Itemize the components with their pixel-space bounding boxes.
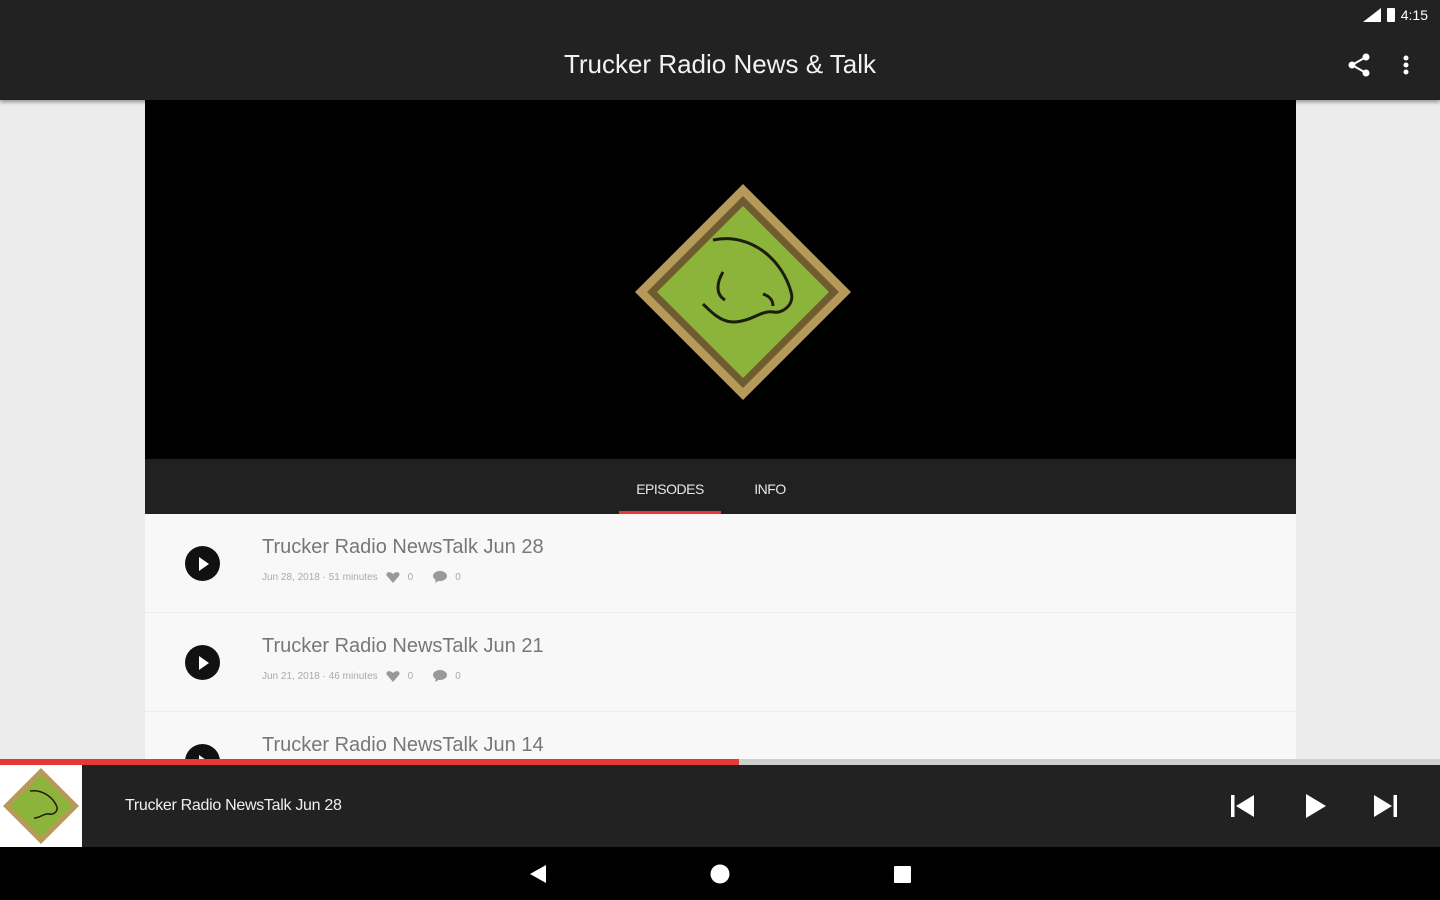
skip-previous-icon[interactable]: [1228, 791, 1258, 821]
like-count: 0: [407, 571, 414, 583]
heart-icon[interactable]: [386, 571, 400, 583]
skip-next-icon[interactable]: [1370, 791, 1400, 821]
back-icon[interactable]: [526, 862, 550, 886]
now-playing-artwork[interactable]: [0, 765, 82, 847]
app-bar: Trucker Radio News & Talk: [0, 30, 1440, 100]
play-circle-icon[interactable]: [185, 546, 220, 581]
tab-episodes[interactable]: Episodes: [619, 459, 721, 514]
share-icon[interactable]: [1344, 50, 1374, 80]
comment-count: 0: [455, 670, 461, 682]
play-icon[interactable]: [1300, 791, 1330, 821]
recents-icon[interactable]: [890, 862, 914, 886]
episode-title: Trucker Radio NewsTalk Jun 21: [262, 635, 544, 657]
play-circle-icon[interactable]: [185, 645, 220, 680]
tab-bar: Episodes Info: [145, 459, 1296, 514]
signal-icon: [1362, 8, 1381, 22]
episode-date-duration: Jun 21, 2018 · 46 minutes: [262, 670, 378, 682]
episode-title: Trucker Radio NewsTalk Jun 28: [262, 536, 544, 558]
list-item[interactable]: Trucker Radio NewsTalk Jun 14: [145, 712, 1296, 766]
tab-info[interactable]: Info: [745, 459, 795, 514]
episode-list: Trucker Radio NewsTalk Jun 28 Jun 28, 20…: [145, 514, 1296, 766]
comment-count: 0: [455, 571, 461, 583]
list-item[interactable]: Trucker Radio NewsTalk Jun 21 Jun 21, 20…: [145, 613, 1296, 712]
system-nav-bar: [0, 847, 1440, 900]
status-time: 4:15: [1400, 7, 1428, 23]
podcast-logo: [635, 184, 851, 400]
status-bar: 4:15: [0, 0, 1440, 30]
now-playing-title: Trucker Radio NewsTalk Jun 28: [125, 797, 342, 814]
comment-icon[interactable]: [433, 571, 448, 583]
episode-title: Trucker Radio NewsTalk Jun 14: [262, 734, 544, 756]
mini-player: Trucker Radio NewsTalk Jun 28: [0, 765, 1440, 847]
podcast-content: Episodes Info Trucker Radio NewsTalk Jun…: [145, 100, 1296, 766]
heart-icon[interactable]: [386, 670, 400, 682]
comment-icon[interactable]: [433, 670, 448, 682]
list-item[interactable]: Trucker Radio NewsTalk Jun 28 Jun 28, 20…: [145, 514, 1296, 613]
podcast-logo-thumb: [3, 768, 79, 844]
more-vert-icon[interactable]: [1394, 50, 1418, 80]
battery-icon: [1386, 8, 1395, 22]
episode-meta: Jun 21, 2018 · 46 minutes 0 0: [262, 670, 461, 682]
podcast-cover: [145, 100, 1296, 459]
episode-date-duration: Jun 28, 2018 · 51 minutes: [262, 571, 378, 583]
episode-meta: Jun 28, 2018 · 51 minutes 0 0: [262, 571, 461, 583]
like-count: 0: [407, 670, 414, 682]
page-title: Trucker Radio News & Talk: [563, 49, 877, 79]
home-icon[interactable]: [708, 862, 732, 886]
